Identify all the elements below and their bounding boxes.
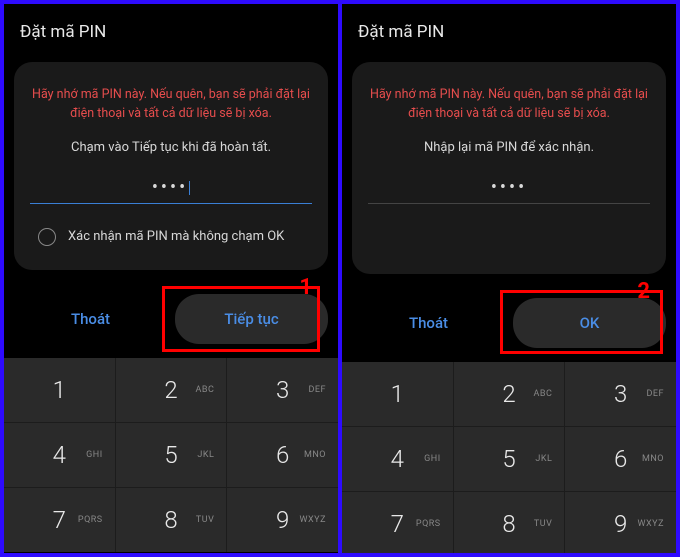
key-5[interactable]: 5JKL (116, 423, 227, 487)
key-6[interactable]: 6MNO (565, 427, 676, 491)
key-4[interactable]: 4GHI (4, 423, 115, 487)
numeric-keypad: 1 2ABC 3DEF 4GHI 5JKL 6MNO 7PQRS 8TUV 9W… (4, 358, 338, 552)
step-badge: 2 (637, 279, 650, 304)
key-7[interactable]: 7PQRS (4, 488, 115, 552)
confirm-without-ok-option[interactable]: Xác nhận mã PIN mà không chạm OK (30, 224, 312, 250)
key-8[interactable]: 8TUV (454, 492, 565, 554)
step-badge: 1 (299, 275, 312, 300)
key-4[interactable]: 4GHI (342, 427, 453, 491)
key-6[interactable]: 6MNO (227, 423, 338, 487)
page-title: Đặt mã PIN (20, 22, 322, 42)
instruction-text: Chạm vào Tiếp tục khi đã hoàn tất. (30, 140, 312, 155)
exit-button[interactable]: Thoát (14, 294, 167, 344)
pin-input[interactable]: •••• (30, 175, 312, 204)
key-9[interactable]: 9WXYZ (565, 492, 676, 554)
input-underline (368, 203, 650, 204)
key-1[interactable]: 1 (342, 362, 453, 426)
continue-button[interactable]: Tiếp tục (175, 294, 328, 344)
key-2[interactable]: 2ABC (116, 358, 227, 422)
pin-card: Hãy nhớ mã PIN này. Nếu quên, bạn sẽ phả… (352, 62, 666, 274)
numeric-keypad: 1 2ABC 3DEF 4GHI 5JKL 6MNO 7PQRS 8TUV 9W… (342, 362, 676, 554)
key-1[interactable]: 1 (4, 358, 115, 422)
screen-set-pin-step1: Đặt mã PIN Hãy nhớ mã PIN này. Nếu quên,… (4, 4, 338, 553)
button-row: Thoát Tiếp tục (4, 280, 338, 358)
key-5[interactable]: 5JKL (454, 427, 565, 491)
key-8[interactable]: 8TUV (116, 488, 227, 552)
pin-card: Hãy nhớ mã PIN này. Nếu quên, bạn sẽ phả… (14, 62, 328, 270)
page-title: Đặt mã PIN (358, 22, 660, 42)
pin-mask: •••• (152, 177, 188, 198)
key-3[interactable]: 3DEF (227, 358, 338, 422)
header: Đặt mã PIN (342, 4, 676, 56)
exit-button[interactable]: Thoát (352, 298, 505, 348)
key-3[interactable]: 3DEF (565, 362, 676, 426)
ok-button[interactable]: OK (513, 298, 666, 348)
header: Đặt mã PIN (4, 4, 338, 56)
warning-text: Hãy nhớ mã PIN này. Nếu quên, bạn sẽ phả… (368, 86, 650, 124)
checkbox-label: Xác nhận mã PIN mà không chạm OK (68, 229, 284, 244)
button-row: Thoát OK (342, 284, 676, 362)
text-cursor (189, 181, 190, 195)
pin-mask: •••• (368, 179, 650, 203)
screen-set-pin-step2: Đặt mã PIN Hãy nhớ mã PIN này. Nếu quên,… (342, 4, 676, 553)
key-7[interactable]: 7PQRS (342, 492, 453, 554)
pin-input[interactable]: •••• (368, 175, 650, 204)
radio-unchecked-icon (38, 228, 56, 246)
key-2[interactable]: 2ABC (454, 362, 565, 426)
key-9[interactable]: 9WXYZ (227, 488, 338, 552)
input-underline (30, 203, 312, 204)
instruction-text: Nhập lại mã PIN để xác nhận. (368, 140, 650, 155)
warning-text: Hãy nhớ mã PIN này. Nếu quên, bạn sẽ phả… (30, 86, 312, 124)
